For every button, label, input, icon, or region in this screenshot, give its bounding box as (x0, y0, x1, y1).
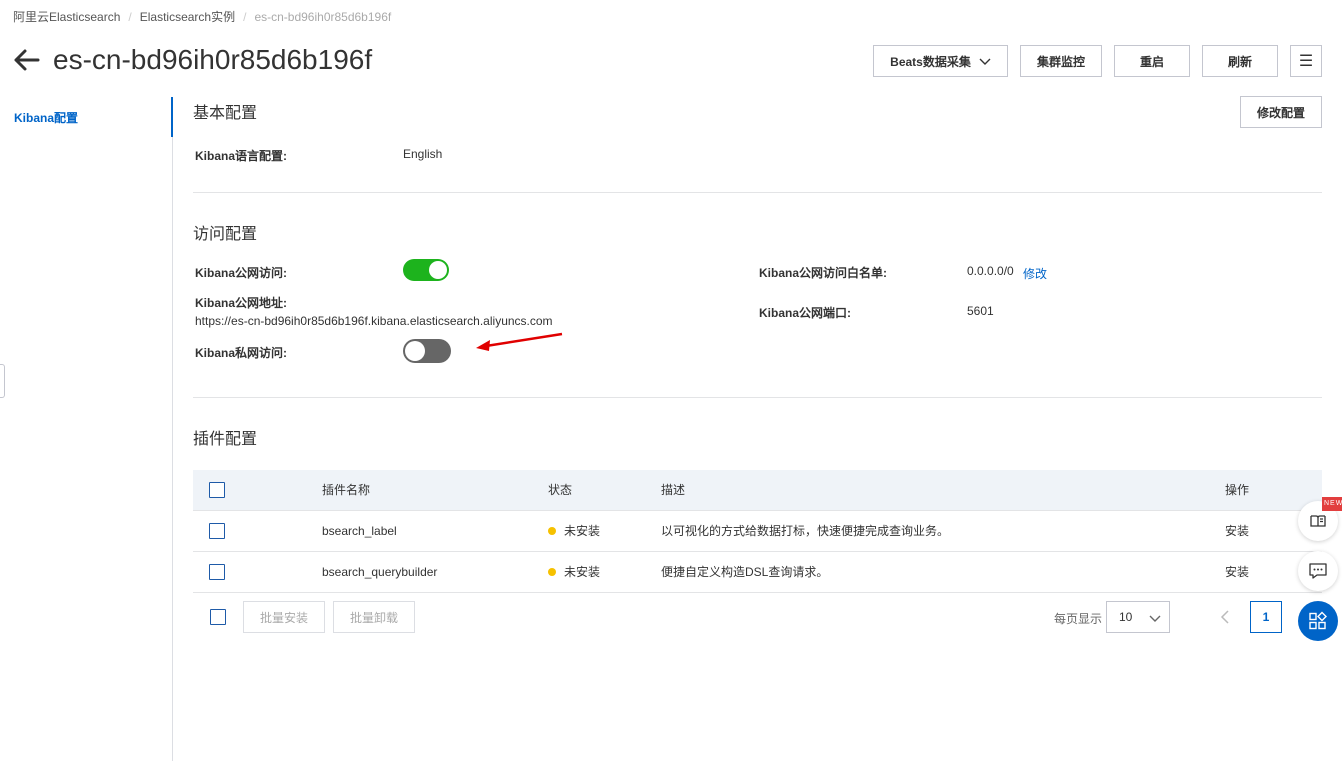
basic-config-title: 基本配置 (193, 105, 258, 122)
apps-float-button[interactable] (1298, 601, 1338, 641)
batch-install-button[interactable]: 批量安装 (243, 601, 325, 633)
install-link[interactable]: 安装 (1225, 552, 1249, 592)
column-header-status: 状态 (548, 483, 573, 497)
plugin-status: 未安装 (548, 511, 600, 551)
row-checkbox[interactable] (209, 564, 225, 580)
footer-select-all-checkbox[interactable] (210, 609, 226, 625)
port-label: Kibana公网端口: (759, 306, 852, 320)
column-header-description: 描述 (661, 483, 686, 497)
public-address-label: Kibana公网地址: (195, 296, 288, 310)
batch-uninstall-button[interactable]: 批量卸载 (333, 601, 415, 633)
header-actions: Beats数据采集 集群监控 重启 刷新 ☰ (873, 45, 1322, 77)
refresh-button[interactable]: 刷新 (1202, 45, 1278, 77)
breadcrumb-item-instances[interactable]: Elasticsearch实例 (140, 8, 235, 25)
back-arrow-icon[interactable] (12, 46, 40, 74)
menu-button[interactable]: ☰ (1290, 45, 1322, 77)
breadcrumb-separator: / (243, 9, 247, 24)
chevron-down-icon (979, 58, 991, 65)
plugin-description: 以可视化的方式给数据打标，快速便捷完成查询业务。 (661, 524, 950, 538)
status-dot-icon (548, 567, 556, 576)
column-header-name: 插件名称 (322, 483, 371, 497)
page-size-label: 每页显示 (1054, 612, 1103, 626)
language-label: Kibana语言配置: (195, 149, 288, 163)
status-dot-icon (548, 526, 556, 535)
plugin-status: 未安装 (548, 552, 600, 592)
private-access-toggle[interactable] (403, 339, 451, 363)
whitelist-value: 0.0.0.0/0 (967, 264, 1014, 278)
plugin-status-text: 未安装 (564, 565, 601, 579)
table-footer: 批量安装 批量卸载 每页显示 10 1 (193, 593, 1322, 641)
toggle-knob (429, 261, 447, 279)
sidebar: Kibana配置 (0, 97, 173, 761)
cluster-monitor-button[interactable]: 集群监控 (1020, 45, 1102, 77)
apps-grid-icon (1309, 611, 1327, 630)
public-access-label: Kibana公网访问: (195, 266, 288, 280)
breadcrumb-separator: / (128, 9, 132, 24)
toggle-knob (405, 341, 425, 361)
edit-config-button[interactable]: 修改配置 (1240, 96, 1322, 128)
page-size-select[interactable]: 10 (1106, 601, 1170, 633)
public-access-toggle[interactable] (403, 259, 449, 281)
access-config-title: 访问配置 (193, 226, 258, 243)
plugin-table: 插件名称 状态 描述 操作 bsearch_label 未安装 以可视化的方式给… (193, 470, 1322, 593)
whitelist-edit-link[interactable]: 修改 (1023, 265, 1047, 282)
plugin-status-text: 未安装 (564, 524, 601, 538)
section-divider (193, 192, 1322, 193)
collapse-handle[interactable] (0, 364, 5, 398)
beats-dropdown-button[interactable]: Beats数据采集 (873, 45, 1008, 77)
beats-dropdown-label: Beats数据采集 (890, 54, 971, 69)
feedback-float-button[interactable] (1298, 551, 1338, 591)
restart-button[interactable]: 重启 (1114, 45, 1190, 77)
sidebar-item-kibana-config[interactable]: Kibana配置 (0, 97, 173, 137)
table-row: bsearch_label 未安装 以可视化的方式给数据打标，快速便捷完成查询业… (193, 511, 1322, 552)
whitelist-label: Kibana公网访问白名单: (759, 266, 888, 280)
language-value: English (403, 147, 443, 161)
row-checkbox[interactable] (209, 523, 225, 539)
port-value: 5601 (967, 304, 994, 318)
table-row: bsearch_querybuilder 未安装 便捷自定义构造DSL查询请求。… (193, 552, 1322, 593)
column-header-action: 操作 (1225, 483, 1250, 497)
chevron-down-icon (1149, 615, 1161, 622)
annotation-arrow-icon (476, 332, 563, 351)
select-all-checkbox[interactable] (209, 482, 225, 498)
chevron-left-icon[interactable] (1218, 609, 1234, 625)
breadcrumb-item-current: es-cn-bd96ih0r85d6b196f (254, 9, 392, 24)
plugin-name: bsearch_querybuilder (322, 565, 438, 579)
install-link[interactable]: 安装 (1225, 511, 1249, 551)
page-button-current[interactable]: 1 (1250, 601, 1282, 633)
plugin-name: bsearch_label (322, 524, 397, 538)
page-title: es-cn-bd96ih0r85d6b196f (53, 44, 373, 75)
plugin-description: 便捷自定义构造DSL查询请求。 (661, 565, 829, 579)
breadcrumb: 阿里云Elasticsearch / Elasticsearch实例 / es-… (13, 8, 391, 25)
private-access-label: Kibana私网访问: (195, 346, 288, 360)
book-icon (1310, 515, 1326, 527)
section-divider (193, 397, 1322, 398)
chat-icon (1309, 563, 1327, 579)
plugin-config-title: 插件配置 (193, 431, 258, 448)
public-address-value: https://es-cn-bd96ih0r85d6b196f.kibana.e… (195, 314, 553, 328)
page-size-value: 10 (1119, 610, 1133, 624)
table-header-row: 插件名称 状态 描述 操作 (193, 470, 1322, 511)
breadcrumb-item-product[interactable]: 阿里云Elasticsearch (13, 8, 120, 25)
new-badge: NEW (1322, 497, 1342, 511)
